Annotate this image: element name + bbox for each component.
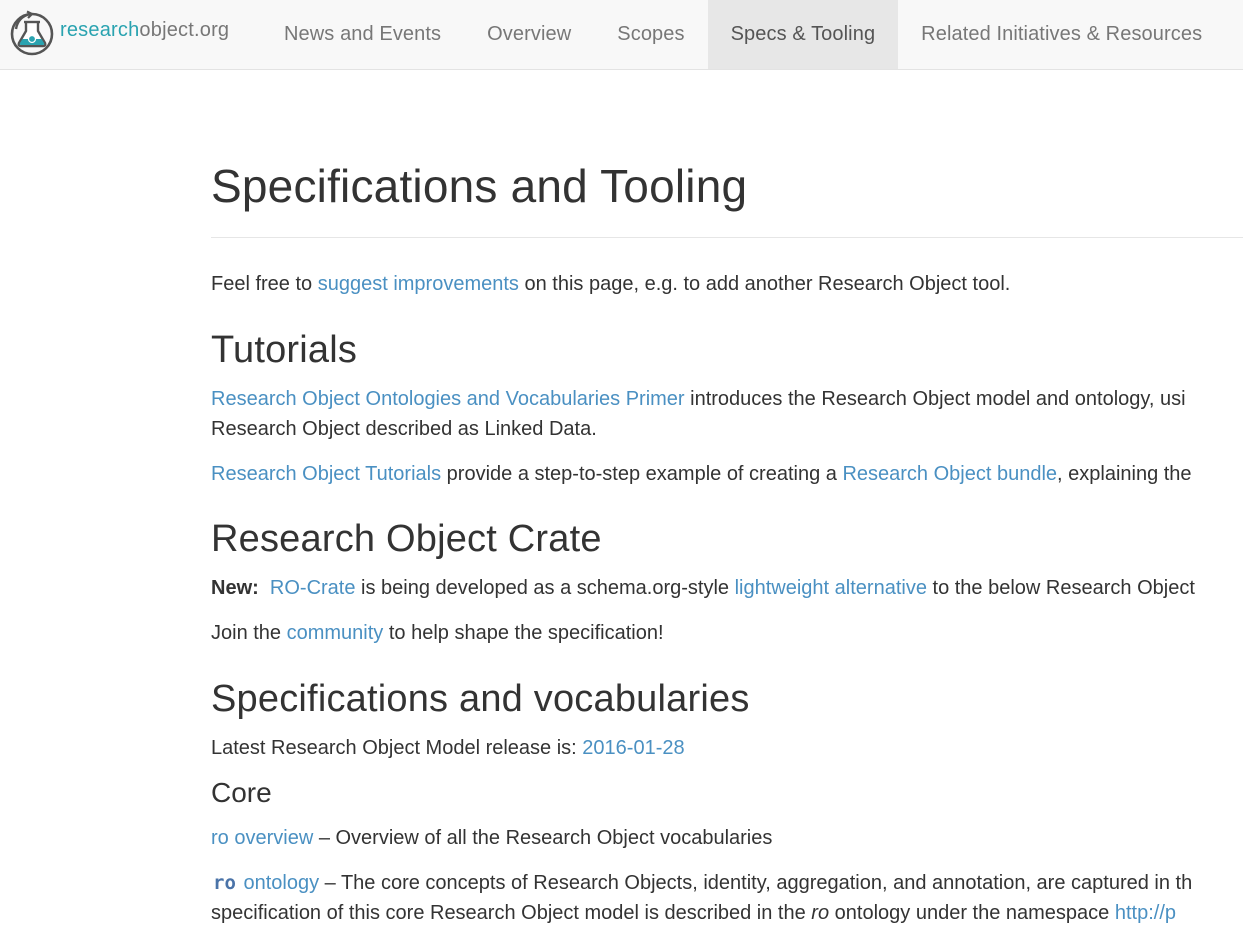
intro-text-after: on this page, e.g. to add another Resear… <box>518 273 1011 295</box>
release-paragraph: Latest Research Object Model release is:… <box>211 733 685 763</box>
ro-crate-text-mid: is being developed as a schema.org-style <box>355 577 735 599</box>
ro-overview-paragraph: ro overview – Overview of all the Resear… <box>211 823 772 853</box>
intro-paragraph: Feel free to suggest improvements on thi… <box>211 269 1010 299</box>
community-link[interactable]: community <box>287 622 384 644</box>
primer-text: introduces the Research Object model and… <box>684 388 1186 410</box>
brand-wordmark: researchobject.org <box>60 19 229 42</box>
ro-crate-link[interactable]: RO-Crate <box>270 577 356 599</box>
core-heading: Core <box>211 777 272 808</box>
ro-ontology-link[interactable]: ontology <box>243 872 319 894</box>
ro-code: ro <box>213 872 236 894</box>
community-text-before: Join the <box>211 622 287 644</box>
tutorials-heading: Tutorials <box>211 329 358 371</box>
flask-logo-icon <box>10 10 54 56</box>
main-nav: News and Events Overview Scopes Specs & … <box>261 0 1225 69</box>
ro-ontology-em: ro <box>811 902 830 924</box>
nav-related-initiatives[interactable]: Related Initiatives & Resources <box>898 0 1225 69</box>
primer-link[interactable]: Research Object Ontologies and Vocabular… <box>211 388 685 410</box>
namespace-link[interactable]: http://p <box>1115 902 1176 924</box>
nav-overview[interactable]: Overview <box>464 0 594 69</box>
ro-crate-heading: Research Object Crate <box>211 518 602 560</box>
ro-ontology-paragraph: ro ontology – The core concepts of Resea… <box>211 868 1192 928</box>
brand-text-research: research <box>60 18 140 41</box>
release-text: Latest Research Object Model release is: <box>211 737 583 759</box>
ro-tutorials-link[interactable]: Research Object Tutorials <box>211 463 441 485</box>
release-date-link[interactable]: 2016-01-28 <box>582 737 684 759</box>
nav-specs-tooling[interactable]: Specs & Tooling <box>707 0 899 69</box>
tutorials-text-after: , explaining the <box>1057 463 1192 485</box>
top-navbar: researchobject.org News and Events Overv… <box>0 0 1243 70</box>
ro-bundle-link[interactable]: Research Object bundle <box>842 463 1057 485</box>
ro-ontology-text: – The core concepts of Research Objects,… <box>319 872 1193 894</box>
nav-news-and-events[interactable]: News and Events <box>261 0 464 69</box>
specs-vocab-heading: Specifications and vocabularies <box>211 678 750 720</box>
ro-overview-link[interactable]: ro overview <box>211 827 313 849</box>
ro-ontology-text-line2-mid: ontology under the namespace <box>829 902 1115 924</box>
ro-overview-text: – Overview of all the Research Object vo… <box>313 827 773 849</box>
brand-text-object-org: object.org <box>139 18 230 41</box>
brand-home-link[interactable]: researchobject.org <box>9 8 229 58</box>
tutorials-primer-paragraph: Research Object Ontologies and Vocabular… <box>211 384 1186 444</box>
intro-text-before: Feel free to <box>211 273 318 295</box>
ro-crate-paragraph: New: RO-Crate is being developed as a sc… <box>211 573 1195 603</box>
suggest-improvements-link[interactable]: suggest improvements <box>318 273 519 295</box>
tutorials-bundle-paragraph: Research Object Tutorials provide a step… <box>211 459 1192 489</box>
tutorials-text-mid: provide a step-to-step example of creati… <box>441 463 843 485</box>
primer-text-line2: Research Object described as Linked Data… <box>211 418 597 440</box>
nav-scopes[interactable]: Scopes <box>594 0 707 69</box>
lightweight-alternative-link[interactable]: lightweight alternative <box>735 577 927 599</box>
main-content: Specifications and Tooling Feel free to … <box>211 70 1243 944</box>
ro-ontology-text-line2: specification of this core Research Obje… <box>211 902 812 924</box>
community-text-after: to help shape the specification! <box>383 622 664 644</box>
ro-crate-text-after: to the below Research Object <box>926 577 1195 599</box>
community-paragraph: Join the community to help shape the spe… <box>211 618 664 648</box>
title-divider <box>211 237 1243 238</box>
page-title: Specifications and Tooling <box>211 160 748 212</box>
new-label: New: <box>211 577 259 599</box>
